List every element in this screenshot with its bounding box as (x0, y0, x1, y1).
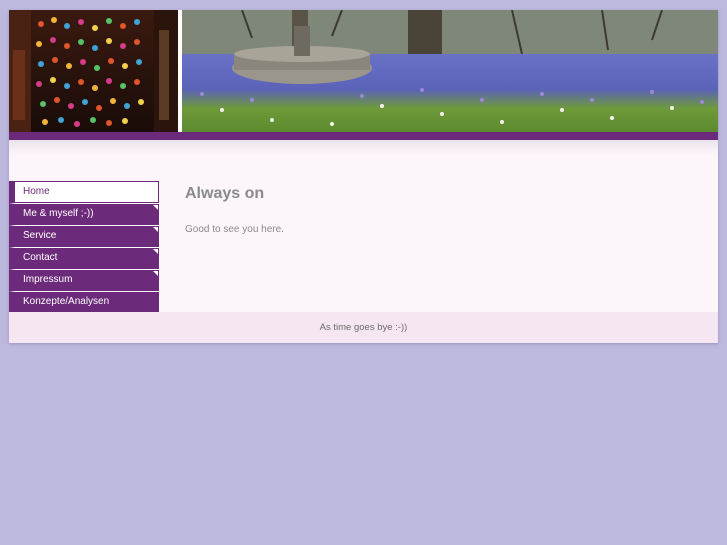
nav-item-label: Impressum (23, 274, 73, 285)
page-title: Always on (185, 185, 265, 202)
main-navigation: Home Me & myself ;-)) Service Contact Im… (9, 181, 159, 313)
nav-item-contact[interactable]: Contact (9, 247, 159, 269)
nav-item-label: Home (23, 186, 50, 197)
header-accent-bar (9, 132, 718, 140)
footer: As time goes bye :-)) (9, 312, 718, 343)
submenu-indicator-icon (153, 227, 158, 232)
submenu-indicator-icon (153, 249, 158, 254)
nav-item-label: Konzepte/Analysen (23, 296, 110, 307)
nav-item-service[interactable]: Service (9, 225, 159, 247)
banner-image-lanterns (9, 10, 178, 132)
submenu-indicator-icon (153, 271, 158, 276)
header-shadow (9, 140, 718, 154)
nav-item-home[interactable]: Home (9, 181, 159, 203)
nav-item-me-and-myself[interactable]: Me & myself ;-)) (9, 203, 159, 225)
nav-item-label: Me & myself ;-)) (23, 208, 94, 219)
submenu-indicator-icon (153, 205, 158, 210)
nav-item-konzepte-analysen[interactable]: Konzepte/Analysen (9, 291, 159, 313)
welcome-text: Good to see you here. (185, 224, 284, 235)
nav-item-impressum[interactable]: Impressum (9, 269, 159, 291)
footer-text: As time goes bye :-)) (319, 322, 408, 333)
nav-item-label: Contact (23, 252, 58, 263)
page-container: Home Me & myself ;-)) Service Contact Im… (9, 10, 718, 343)
nav-item-label: Service (23, 230, 57, 241)
banner-image-crocus-park (182, 10, 718, 132)
header-banner (9, 10, 718, 132)
